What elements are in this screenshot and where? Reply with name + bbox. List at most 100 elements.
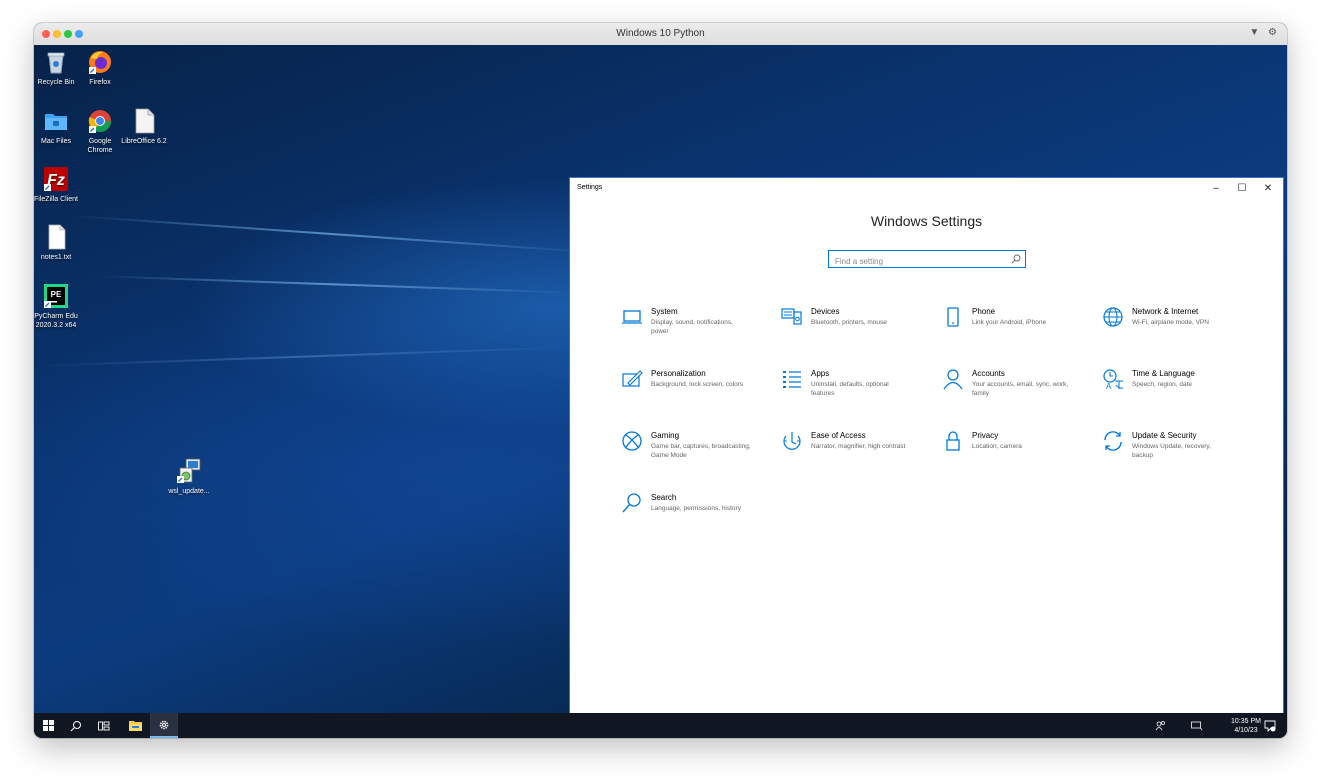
clock-time: 10:35 PM — [1231, 718, 1261, 725]
desktop-icon-label: Mac Files — [41, 138, 71, 145]
settings-titlebar: Settings – ☐ ✕ — [570, 178, 1283, 198]
page-title: Windows Settings — [870, 213, 983, 229]
globe-icon — [1103, 307, 1123, 327]
category-description: Link your Android, iPhone — [972, 319, 1047, 326]
search-icon[interactable] — [62, 713, 90, 738]
svg-text:A: A — [1106, 382, 1112, 390]
category-title: Update & Security — [1132, 431, 1197, 440]
category-description: Language, permissions, history — [651, 505, 741, 512]
category-privacy[interactable]: Privacy Location, camera — [942, 430, 1092, 470]
category-ease-of-access[interactable]: Ease of Access Narrator, magnifier, high… — [781, 430, 931, 470]
gear-icon[interactable]: ⚙ — [1268, 27, 1277, 38]
taskbar: 10:35 PM 4/10/23 — [34, 713, 1287, 738]
keyboard-speaker-icon — [781, 308, 802, 325]
recycle-bin-icon — [43, 49, 69, 75]
category-title: Time & Language — [1132, 369, 1195, 378]
people-icon[interactable] — [1155, 713, 1166, 738]
category-personalization[interactable]: Personalization Background, lock screen,… — [621, 368, 771, 408]
desktop-icon-mac-files[interactable]: Mac Files — [34, 108, 80, 146]
desktop-icon-google-chrome[interactable]: Google Chrome — [76, 108, 124, 155]
category-description: Your accounts, email, sync, work, family — [972, 381, 1069, 397]
settings-window-title: Settings — [577, 184, 603, 191]
paint-pen-icon — [622, 370, 643, 387]
clock-date: 4/10/23 — [1234, 727, 1258, 734]
category-description: Game bar, captures, broadcasting, Game M… — [651, 443, 751, 459]
category-gaming[interactable]: Gaming Game bar, captures, broadcasting,… — [621, 430, 771, 470]
category-accounts[interactable]: Accounts Your accounts, email, sync, wor… — [942, 368, 1092, 408]
category-title: Ease of Access — [811, 431, 866, 440]
pycharm-icon: PE — [43, 283, 69, 309]
category-title: Accounts — [972, 369, 1005, 378]
desktop-icon-label: PyCharm Edu 2020.3.2 x64 — [34, 313, 78, 329]
vm-tools: ▼ ⚙ — [1243, 27, 1277, 38]
vm-titlebar: Windows 10 Python ▼ ⚙ — [34, 23, 1287, 46]
task-view-icon[interactable] — [90, 713, 118, 738]
desktop-icon-label: Recycle Bin — [37, 79, 75, 86]
ease-of-access-icon — [783, 432, 801, 450]
find-setting-search[interactable] — [828, 250, 1026, 270]
desktop-icon-recycle-bin[interactable]: Recycle Bin — [34, 49, 80, 87]
desktop-icon-pycharm[interactable]: PE PyCharm Edu 2020.3.2 x64 — [34, 283, 80, 330]
category-network[interactable]: Network & Internet Wi-Fi, airplane mode,… — [1102, 306, 1252, 346]
keyboard-icon[interactable] — [1191, 713, 1203, 738]
category-apps[interactable]: Apps Uninstall, defaults, optional featu… — [781, 368, 931, 408]
file-explorer-icon[interactable] — [121, 713, 149, 738]
category-title: Gaming — [651, 431, 680, 440]
desktop-icon-notes[interactable]: notes1.txt — [34, 224, 80, 262]
category-time-language[interactable]: A Time & Language Speech, region, date — [1102, 368, 1252, 408]
notification-icon[interactable] — [1264, 713, 1276, 738]
category-description: Display, sound, notifications, power — [651, 319, 733, 335]
category-title: Devices — [811, 307, 840, 316]
filezilla-icon: Fz — [43, 166, 69, 192]
desktop-icon-label: LibreOffice 6.2 — [121, 138, 167, 145]
app-list-icon — [783, 371, 801, 388]
category-description: Bluetooth, printers, mouse — [811, 319, 887, 326]
firefox-icon — [87, 49, 113, 75]
desktop-icon-firefox[interactable]: Firefox — [76, 49, 124, 87]
category-system[interactable]: System Display, sound, notifications, po… — [621, 306, 771, 346]
minimize-button[interactable]: – — [1203, 180, 1229, 196]
desktop-icon-filezilla[interactable]: Fz FileZilla Client — [34, 166, 80, 204]
category-description: Speech, region, date — [1132, 381, 1192, 388]
svg-text:PE: PE — [51, 290, 62, 299]
category-description: Wi-Fi, airplane mode, VPN — [1132, 319, 1209, 326]
vm-window: Windows 10 Python ▼ ⚙ Recycle Bin Firefo… — [34, 23, 1287, 738]
person-icon — [943, 369, 963, 390]
windows-start-icon[interactable] — [34, 713, 62, 738]
maximize-button[interactable]: ☐ — [1229, 180, 1255, 196]
category-title: Apps — [811, 369, 830, 378]
desktop-icon-label: Firefox — [89, 79, 111, 86]
desktop-icon-libreoffice[interactable]: LibreOffice 6.2 — [120, 108, 168, 146]
lock-icon — [946, 431, 960, 451]
category-update-security[interactable]: Update & Security Windows Update, recove… — [1102, 430, 1252, 470]
category-title: Privacy — [972, 431, 999, 440]
folder-icon — [43, 108, 69, 134]
category-phone[interactable]: Phone Link your Android, iPhone — [942, 306, 1092, 346]
category-title: Network & Internet — [1132, 307, 1199, 316]
desktop-icon-wsl-update[interactable]: wsl_update... — [165, 458, 213, 496]
category-description: Windows Update, recovery, backup — [1132, 443, 1211, 459]
category-title: System — [651, 307, 678, 316]
time-language-icon: A — [1103, 369, 1124, 390]
phone-icon — [947, 307, 959, 327]
close-button[interactable]: ✕ — [1255, 180, 1281, 196]
category-description: Location, camera — [972, 443, 1022, 450]
clock[interactable]: 10:35 PM 4/10/23 — [1231, 717, 1261, 735]
desktop-icon-label: FileZilla Client — [34, 196, 78, 203]
category-description: Narrator, magnifier, high contrast — [811, 443, 906, 450]
category-description: Background, lock screen, colors — [651, 381, 744, 388]
category-description: Uninstall, defaults, optional features — [811, 381, 889, 397]
installer-icon — [176, 458, 202, 484]
settings-window: Settings – ☐ ✕ Windows Settings Sys — [570, 178, 1283, 713]
category-title: Phone — [972, 307, 996, 316]
sync-arrows-icon — [1104, 431, 1122, 451]
category-title: Search — [651, 493, 677, 502]
vm-title: Windows 10 Python — [616, 28, 705, 39]
category-search[interactable]: Search Language, permissions, history — [621, 492, 771, 532]
search-icon — [622, 493, 641, 513]
settings-gear-icon[interactable] — [150, 713, 178, 738]
search-input[interactable] — [829, 253, 1005, 270]
category-devices[interactable]: Devices Bluetooth, printers, mouse — [781, 306, 931, 346]
dropdown-icon[interactable]: ▼ — [1249, 27, 1259, 38]
desktop-icon-label: Google Chrome — [87, 138, 113, 154]
